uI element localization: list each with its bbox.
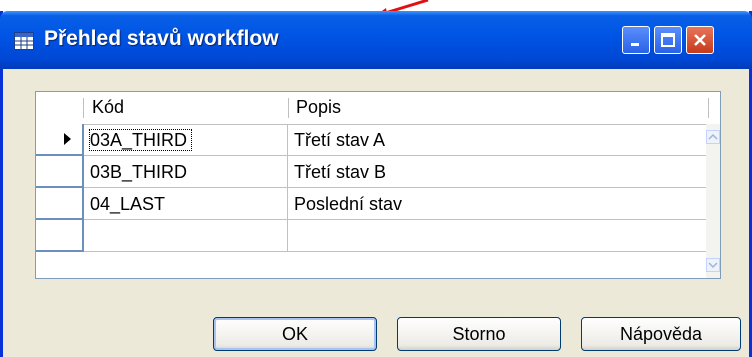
scroll-up-icon [708, 133, 718, 140]
column-header-code[interactable]: Kód [84, 92, 288, 123]
title-bar[interactable]: Přehled stavů workflow [0, 11, 752, 69]
cancel-button[interactable]: Storno [397, 317, 561, 351]
cell-code[interactable] [84, 220, 288, 252]
table-header: Kód Popis [36, 92, 720, 125]
table-icon [14, 32, 34, 50]
table-row[interactable]: 03A_THIRD Třetí stav A [36, 124, 708, 156]
minimize-icon [631, 43, 639, 46]
row-selector[interactable] [36, 124, 84, 156]
table-row[interactable]: 03B_THIRD Třetí stav B [36, 156, 708, 188]
row-pointer-icon [64, 133, 71, 145]
cell-code[interactable]: 03A_THIRD [84, 124, 288, 156]
dialog-window: Přehled stavů workflow Kód Popis 03A_THI… [0, 11, 752, 357]
help-button[interactable]: Nápověda [581, 317, 741, 351]
table-row[interactable] [36, 220, 708, 252]
table-row[interactable]: 04_LAST Poslední stav [36, 188, 708, 220]
row-selector[interactable] [36, 220, 84, 252]
window-title: Přehled stavů workflow [44, 27, 279, 50]
workflow-states-table[interactable]: Kód Popis 03A_THIRD Třetí stav A 03B_THI… [35, 91, 721, 279]
cell-description[interactable] [288, 220, 708, 252]
maximize-button[interactable] [654, 26, 682, 54]
cell-code[interactable]: 03B_THIRD [84, 156, 288, 188]
cell-description[interactable]: Poslední stav [288, 188, 708, 220]
cell-code[interactable]: 04_LAST [84, 188, 288, 220]
column-header-description[interactable]: Popis [288, 92, 708, 123]
minimize-button[interactable] [622, 26, 650, 54]
cell-description[interactable]: Třetí stav B [288, 156, 708, 188]
scroll-down-icon [708, 262, 718, 269]
vertical-scrollbar[interactable] [706, 124, 720, 278]
close-icon [694, 34, 706, 46]
close-button[interactable] [686, 26, 714, 54]
maximize-icon [661, 33, 675, 47]
scroll-up-button[interactable] [706, 130, 720, 144]
ok-button[interactable]: OK [213, 317, 377, 351]
row-selector[interactable] [36, 156, 84, 188]
scroll-down-button[interactable] [706, 258, 720, 272]
cell-description[interactable]: Třetí stav A [288, 124, 708, 156]
row-selector[interactable] [36, 188, 84, 220]
